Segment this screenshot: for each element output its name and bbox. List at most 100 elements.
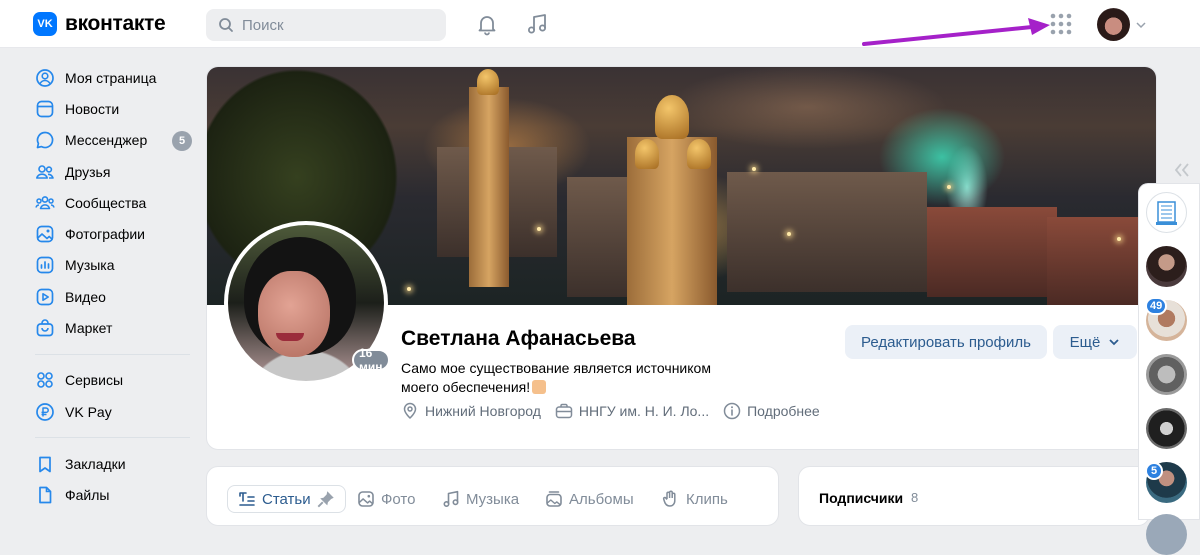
cover-dome (655, 95, 689, 139)
user-circle-icon (36, 68, 54, 87)
collapse-rail-icon[interactable] (1173, 162, 1191, 178)
rail-avatar-friend[interactable] (1146, 514, 1187, 555)
file-icon (39, 486, 52, 504)
sidebar-item-messenger[interactable]: Мессенджер 5 (32, 125, 192, 156)
unread-count-badge: 49 (1145, 297, 1168, 315)
unread-count-badge: 5 (1145, 462, 1163, 480)
video-icon (36, 288, 54, 306)
music-icon[interactable] (525, 12, 549, 36)
tab-label: Клипь (686, 490, 728, 508)
vk-logo-text: вконтакте (65, 12, 166, 35)
articles-icon (239, 492, 255, 506)
news-icon (36, 100, 54, 118)
sidebar-item-label: Моя страница (65, 69, 157, 86)
rail-avatar-friend[interactable] (1146, 246, 1187, 287)
friends-icon (36, 164, 54, 179)
sidebar-item-vkpay[interactable]: VK Pay (32, 396, 192, 427)
right-rail: 49 5 (1138, 183, 1200, 555)
sidebar-nav: Моя страница Новости Мессенджер 5 Друзья… (32, 62, 192, 511)
more-button-label: Ещё (1069, 333, 1101, 351)
chevron-down-icon (1136, 21, 1146, 28)
search-icon (219, 18, 233, 32)
apps-grid-icon[interactable] (1050, 13, 1072, 35)
city-label: Нижний Новгород (425, 403, 541, 419)
sidebar-item-label: Сервисы (65, 372, 124, 389)
location-pin-icon (403, 402, 417, 420)
sidebar-item-label: VK Pay (65, 403, 112, 420)
tab-label: Музыка (466, 490, 520, 508)
bell-icon[interactable] (475, 12, 499, 36)
profile-info-row: Нижний Новгород ННГУ им. Н. И. Ло... Под… (401, 402, 820, 420)
sidebar-item-music[interactable]: Музыка (32, 250, 192, 281)
tab-albums[interactable]: Альбомы (545, 485, 634, 513)
sidebar-item-friends[interactable]: Друзья (32, 156, 192, 187)
vk-logo-mark: VK (33, 12, 57, 36)
sidebar-item-my-page[interactable]: Моя страница (32, 62, 192, 93)
search-box[interactable] (206, 9, 446, 41)
info-icon (723, 402, 741, 420)
messenger-count-badge: 5 (172, 130, 192, 151)
music-icon (443, 490, 459, 508)
profile-status[interactable]: Само мое существование является источник… (401, 359, 751, 397)
cover-bell-tower (469, 87, 509, 287)
sidebar-item-market[interactable]: Маркет (32, 312, 192, 343)
market-icon (36, 319, 54, 337)
music-chart-icon (36, 257, 54, 274)
vk-logo[interactable]: VK вконтакте (33, 12, 166, 36)
sidebar-item-label: Музыка (65, 257, 115, 274)
subscribers-title: Подписчики (819, 490, 904, 506)
search-input[interactable] (242, 16, 432, 34)
rail-avatar-friend[interactable] (1146, 354, 1187, 395)
sidebar-item-communities[interactable]: Сообщества (32, 187, 192, 218)
tab-music[interactable]: Музыка (442, 485, 519, 513)
education-label: ННГУ им. Н. И. Ло... (578, 403, 710, 419)
sidebar-item-label: Видео (65, 288, 106, 305)
cover-light (1117, 237, 1121, 241)
profile-education[interactable]: ННГУ им. Н. И. Ло... (555, 402, 709, 420)
tab-label: Альбомы (569, 490, 634, 508)
profile-more-info[interactable]: Подробнее (723, 402, 820, 420)
briefcase-icon (555, 403, 573, 419)
avatar-face (258, 271, 330, 357)
subscribers-count: 8 (911, 490, 919, 505)
cover-light (752, 167, 756, 171)
sidebar-item-services[interactable]: Сервисы (32, 365, 192, 396)
cover-building (927, 207, 1057, 297)
profile-status-text: Само мое существование является источник… (401, 360, 711, 395)
tab-articles[interactable]: Статьи (227, 485, 346, 513)
profile-menu[interactable] (1097, 8, 1146, 41)
edit-profile-button[interactable]: Редактировать профиль (845, 325, 1047, 359)
sidebar-item-news[interactable]: Новости (32, 93, 192, 124)
profile-avatar[interactable]: 16 мин (224, 221, 390, 385)
profile-card: 16 мин Светлана Афанасьева Само мое суще… (206, 66, 1157, 450)
album-icon (546, 491, 562, 507)
rail-avatar-community[interactable] (1146, 192, 1187, 233)
sidebar-item-video[interactable]: Видео (32, 281, 192, 312)
cover-light (407, 287, 411, 291)
sidebar-divider (35, 437, 190, 439)
cover-dome (687, 139, 711, 169)
cover-dome (477, 69, 499, 95)
sidebar-item-files[interactable]: Файлы (32, 480, 192, 511)
sidebar-item-label: Мессенджер (65, 132, 148, 149)
building-logo-icon (1156, 201, 1177, 225)
sidebar-item-label: Друзья (65, 163, 111, 180)
rail-avatar-friend[interactable] (1146, 408, 1187, 449)
tab-photos[interactable]: Фото (357, 485, 415, 513)
cover-dome (635, 139, 659, 169)
subscribers-card[interactable]: Подписчики 8 (798, 466, 1150, 526)
sidebar-item-label: Закладки (65, 455, 126, 472)
photo-icon (358, 491, 374, 507)
sidebar-item-bookmarks[interactable]: Закладки (32, 448, 192, 479)
sidebar-item-label: Фотографии (65, 226, 146, 243)
more-button[interactable]: Ещё (1053, 325, 1137, 359)
message-icon (36, 131, 54, 149)
sidebar-item-label: Файлы (65, 487, 110, 504)
cover-light (787, 232, 791, 236)
pray-emoji-icon (532, 380, 547, 394)
sidebar-item-photos[interactable]: Фотографии (32, 218, 192, 249)
tab-clips[interactable]: Клипь (662, 485, 728, 513)
chevron-down-icon (1109, 339, 1119, 346)
tab-label: Фото (381, 490, 416, 508)
profile-city[interactable]: Нижний Новгород (401, 402, 541, 420)
